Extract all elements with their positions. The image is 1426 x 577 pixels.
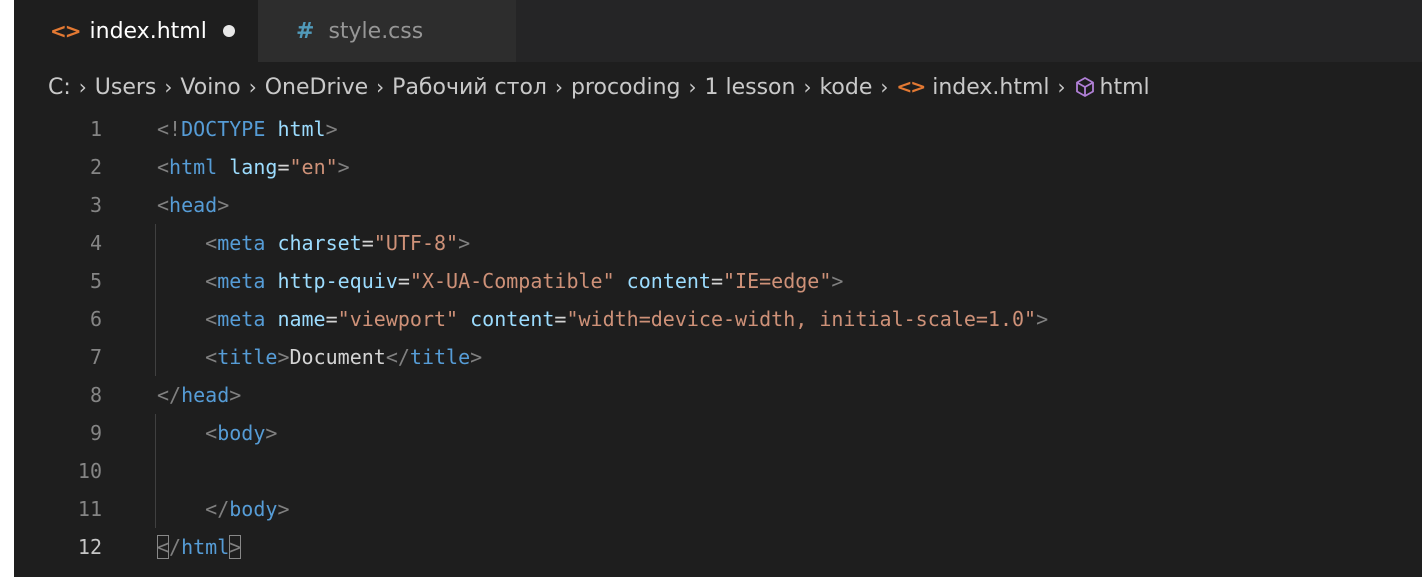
breadcrumb-item[interactable]: Users bbox=[95, 75, 157, 100]
code-line[interactable]: 6 <meta name="viewport" content="width=d… bbox=[14, 300, 1422, 338]
code-text: <title>Document</title> bbox=[205, 345, 483, 369]
code-text: <meta name="viewport" content="width=dev… bbox=[205, 307, 1049, 331]
code-text: <!DOCTYPE html> bbox=[157, 117, 338, 141]
tab-index-html[interactable]: <> index.html bbox=[14, 0, 258, 62]
breadcrumb-item[interactable]: Рабочий стол bbox=[392, 75, 547, 100]
code-text: <body> bbox=[205, 421, 278, 445]
breadcrumb-item[interactable]: procoding bbox=[571, 75, 681, 100]
indent-guide bbox=[155, 490, 156, 528]
code-line[interactable]: 3 <head> bbox=[14, 186, 1422, 224]
code-line[interactable]: 10 bbox=[14, 452, 1422, 490]
code-text: <head> bbox=[157, 193, 230, 217]
line-number: 10 bbox=[77, 459, 102, 483]
code-line[interactable]: 11 </body> bbox=[14, 490, 1422, 528]
code-line[interactable]: 7 <title>Document</title> bbox=[14, 338, 1422, 376]
breadcrumb-item[interactable]: OneDrive bbox=[265, 75, 368, 100]
tab-style-css[interactable]: # style.css bbox=[258, 0, 516, 62]
breadcrumb-item[interactable]: html bbox=[1100, 75, 1150, 100]
indent-guide bbox=[155, 262, 156, 300]
code-text: </head> bbox=[157, 383, 242, 407]
chevron-right-icon: › bbox=[248, 75, 257, 99]
line-number: 5 bbox=[89, 269, 102, 293]
indent-guide bbox=[155, 338, 156, 376]
chevron-right-icon: › bbox=[554, 75, 563, 99]
indent-guide bbox=[155, 452, 156, 490]
indent-guide bbox=[155, 224, 156, 262]
code-text: <html lang="en"> bbox=[157, 155, 350, 179]
code-text: <meta charset="UTF-8"> bbox=[205, 231, 471, 255]
breadcrumb: C: › Users › Voino › OneDrive › Рабочий … bbox=[48, 70, 1150, 104]
line-number: 4 bbox=[89, 231, 102, 255]
tab-bar: <> index.html # style.css bbox=[14, 0, 1422, 62]
line-number: 1 bbox=[89, 117, 102, 141]
chevron-right-icon: › bbox=[880, 75, 889, 99]
line-number: 7 bbox=[89, 345, 102, 369]
css-file-icon: # bbox=[296, 18, 315, 44]
code-text: <meta http-equiv="X-UA-Compatible" conte… bbox=[205, 269, 844, 293]
indent-guide bbox=[155, 300, 156, 338]
chevron-right-icon: › bbox=[376, 75, 385, 99]
unsaved-dot-icon[interactable] bbox=[222, 25, 235, 37]
breadcrumb-item[interactable]: kode bbox=[819, 75, 872, 100]
code-line[interactable]: 9 <body> bbox=[14, 414, 1422, 452]
indent-guide bbox=[155, 414, 156, 452]
cube-icon bbox=[1075, 77, 1094, 97]
breadcrumb-item[interactable]: index.html bbox=[932, 75, 1049, 100]
chevron-right-icon: › bbox=[78, 75, 87, 99]
chevron-right-icon: › bbox=[688, 75, 697, 99]
html-file-icon: <> bbox=[896, 76, 926, 98]
breadcrumb-item[interactable]: 1 lesson bbox=[705, 75, 796, 100]
line-number: 9 bbox=[89, 421, 102, 445]
code-line[interactable]: 1 <!DOCTYPE html> bbox=[14, 110, 1422, 148]
line-number: 11 bbox=[77, 497, 102, 521]
line-number: 3 bbox=[89, 193, 102, 217]
code-area[interactable]: 1 <!DOCTYPE html> 2 <html lang="en"> 3 <head>… bbox=[14, 110, 1422, 566]
line-number: 12 bbox=[77, 535, 102, 559]
editor-window: <> index.html # style.css C: › Users › V… bbox=[14, 0, 1422, 577]
code-line[interactable]: 8 </head> bbox=[14, 376, 1422, 414]
chevron-right-icon: › bbox=[164, 75, 173, 99]
breadcrumb-item[interactable]: C: bbox=[48, 75, 71, 100]
chevron-right-icon: › bbox=[803, 75, 812, 99]
code-text: </html> bbox=[157, 535, 242, 559]
html-file-icon: <> bbox=[50, 19, 81, 43]
breadcrumb-item[interactable]: Voino bbox=[180, 75, 240, 100]
tab-label: index.html bbox=[89, 18, 207, 44]
line-number: 8 bbox=[89, 383, 102, 407]
line-number: 2 bbox=[89, 155, 102, 179]
code-line[interactable]: 4 <meta charset="UTF-8"> bbox=[14, 224, 1422, 262]
tab-label: style.css bbox=[328, 18, 424, 44]
code-line[interactable]: 2 <html lang="en"> bbox=[14, 148, 1422, 186]
code-text: </body> bbox=[205, 497, 290, 521]
chevron-right-icon: › bbox=[1057, 75, 1066, 99]
code-line[interactable]: 5 <meta http-equiv="X-UA-Compatible" con… bbox=[14, 262, 1422, 300]
code-line[interactable]: 12 </html> bbox=[14, 528, 1422, 566]
line-number: 6 bbox=[89, 307, 102, 331]
